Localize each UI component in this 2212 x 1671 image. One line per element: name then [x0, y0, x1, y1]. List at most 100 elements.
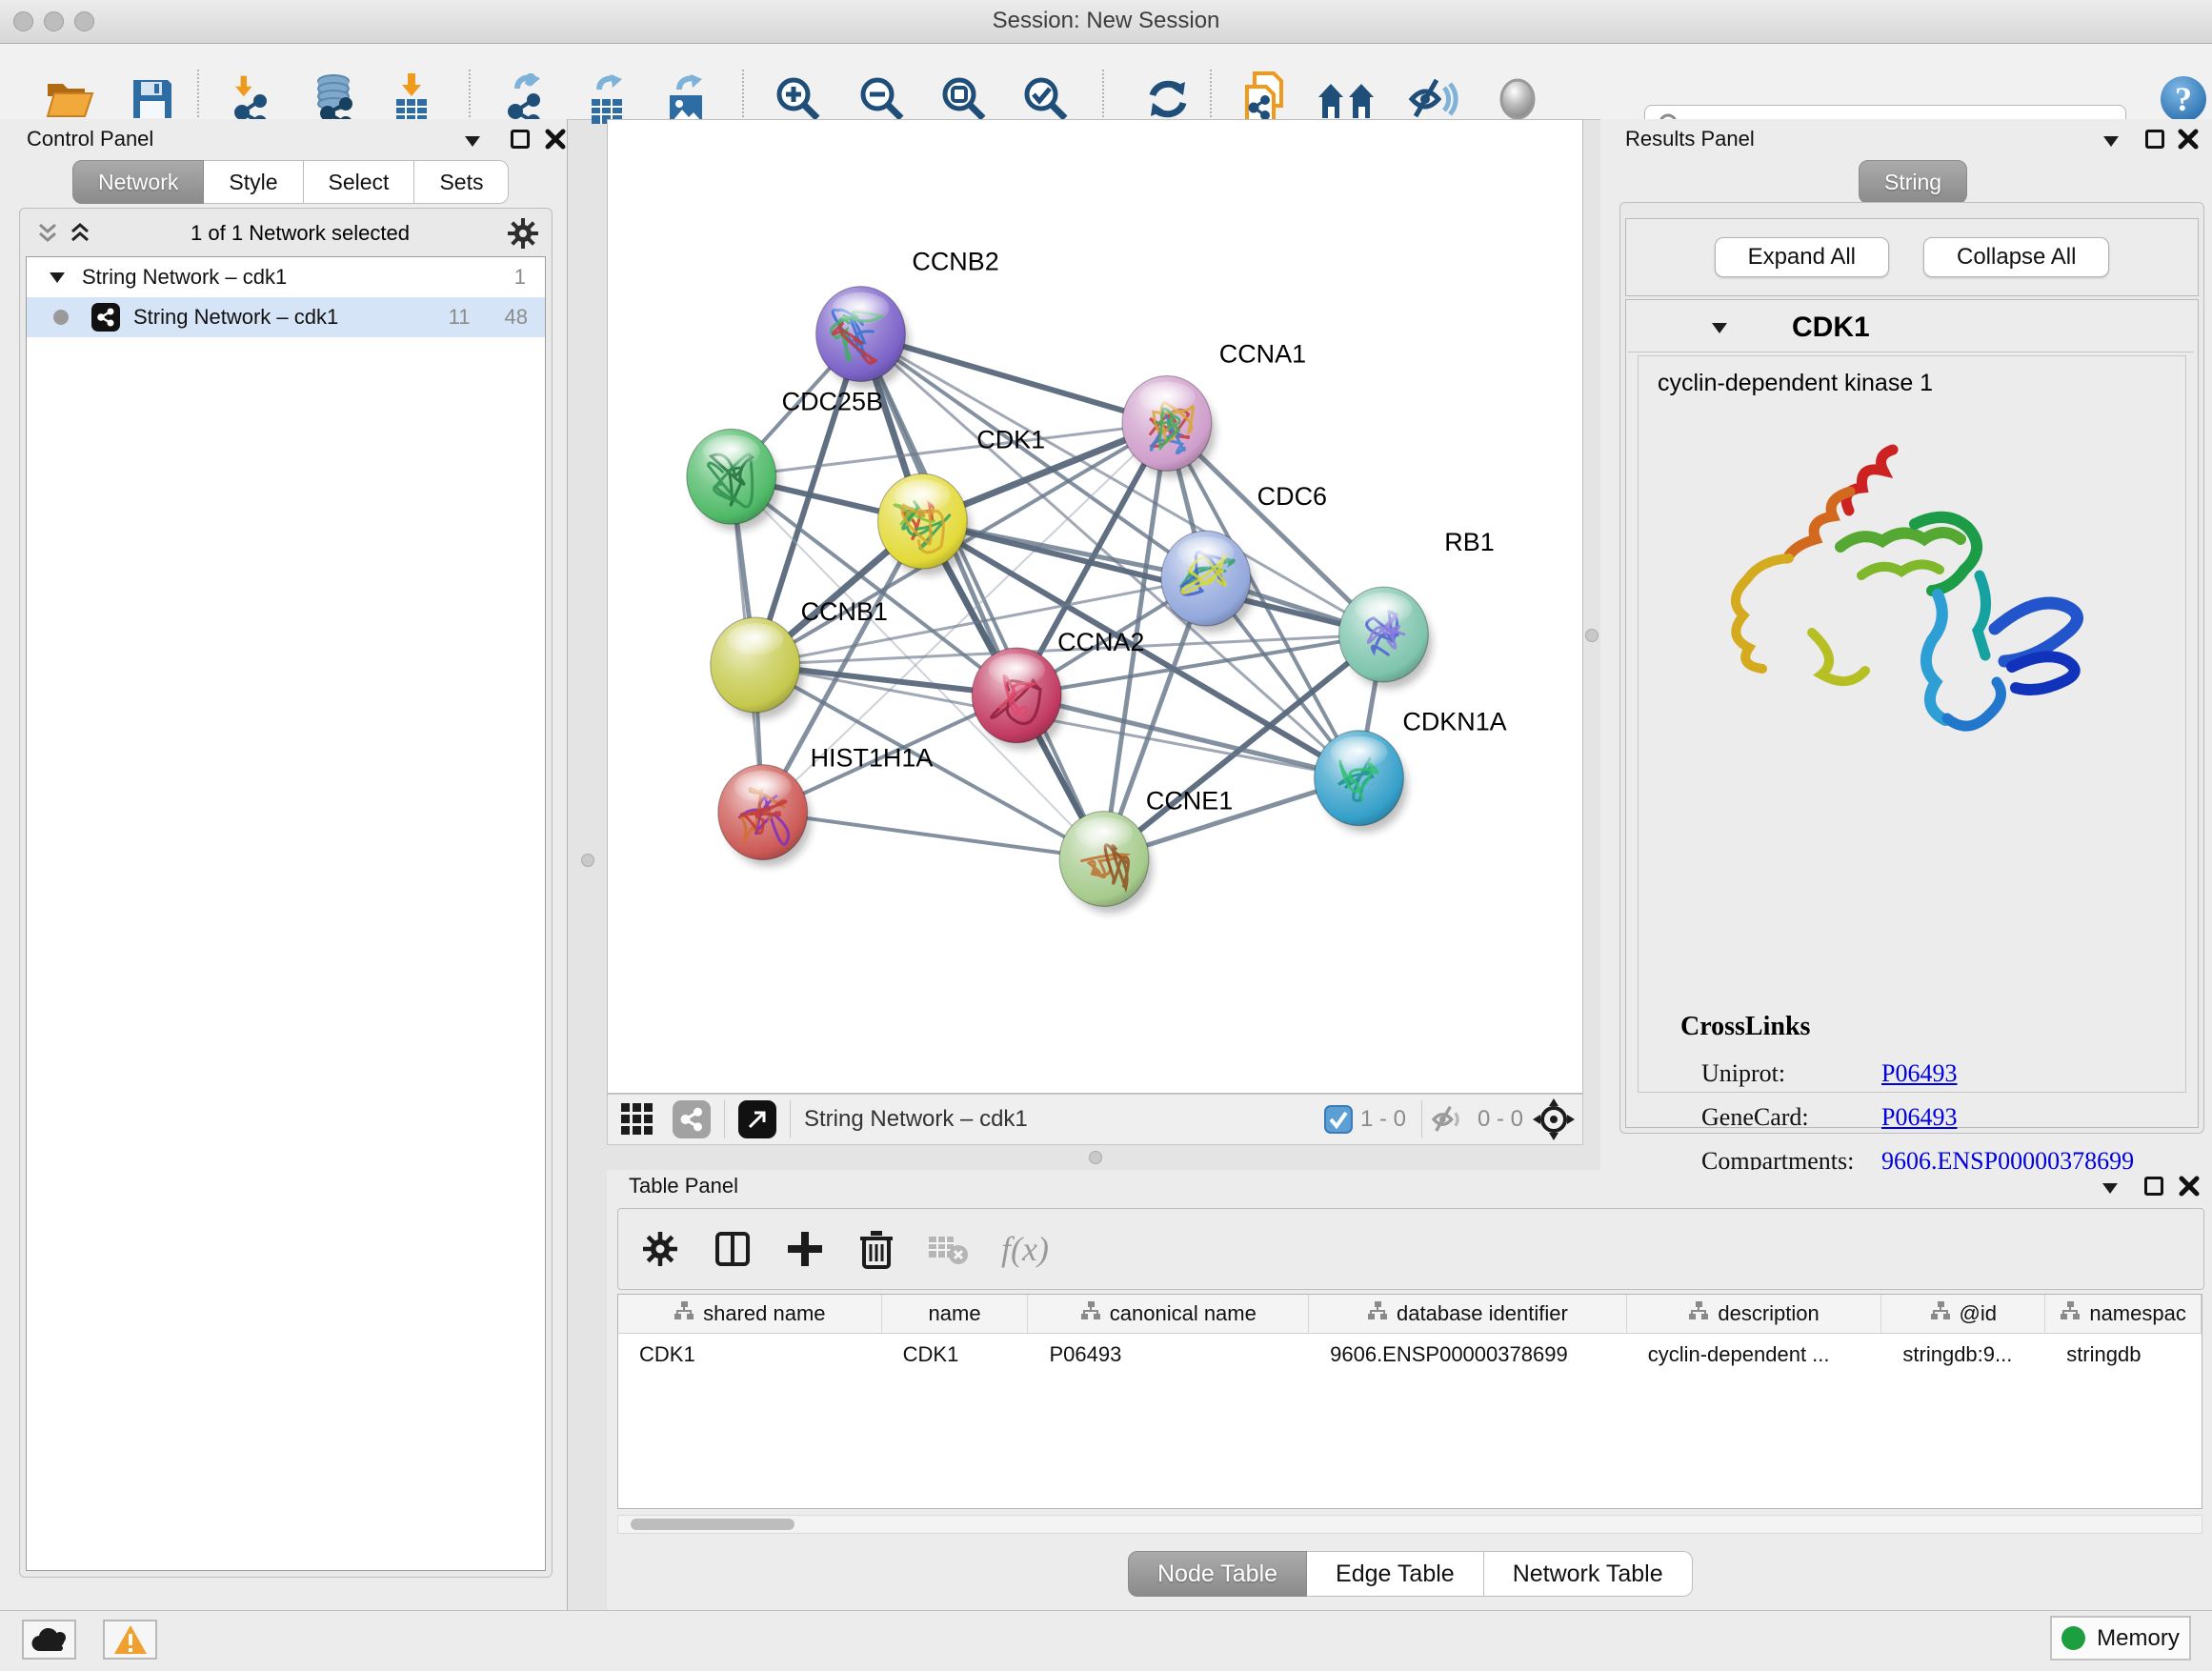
results-panel-close-icon[interactable] — [2178, 127, 2199, 151]
tab-network-table[interactable]: Network Table — [1484, 1551, 1693, 1597]
network-tree-child-row[interactable]: String Network – cdk1 11 48 — [27, 297, 545, 337]
function-builder-icon: f(x) — [1001, 1229, 1049, 1269]
gene-name: CDK1 — [1792, 312, 1870, 344]
control-panel: Control Panel NetworkStyleSelectSets 1 o… — [0, 119, 568, 1610]
table-row[interactable]: CDK1CDK1P064939606.ENSP00000378699cyclin… — [618, 1334, 2202, 1376]
selected-checkbox-icon[interactable] — [1324, 1105, 1353, 1134]
control-panel-menu-icon[interactable] — [465, 129, 480, 153]
crosslink-link[interactable]: P06493 — [1881, 1059, 1957, 1088]
column-type-icon — [1688, 1301, 1709, 1326]
results-panel-float-icon[interactable] — [2145, 127, 2164, 151]
node-gloss — [1331, 736, 1388, 769]
column-label: database identifier — [1397, 1301, 1568, 1326]
grid-view-icon[interactable] — [619, 1101, 655, 1137]
help-icon: ? — [2159, 74, 2208, 124]
table-panel-menu-icon[interactable] — [2102, 1176, 2118, 1200]
network-selection-status: 1 of 1 Network selected — [92, 221, 508, 246]
tab-edge-table[interactable]: Edge Table — [1307, 1551, 1484, 1597]
tab-sets[interactable]: Sets — [414, 160, 509, 204]
eye-slash-icon — [1408, 76, 1461, 122]
node-RB1[interactable] — [1338, 587, 1432, 689]
column-header-database-identifier[interactable]: database identifier — [1309, 1295, 1627, 1333]
memory-button[interactable]: Memory — [2050, 1616, 2191, 1661]
control-panel-float-icon[interactable] — [511, 127, 530, 151]
scrollbar-thumb[interactable] — [631, 1519, 794, 1530]
node-label-CCNA1: CCNA1 — [1219, 340, 1306, 369]
delete-column-icon[interactable] — [858, 1229, 895, 1269]
crosshair-icon[interactable] — [1533, 1098, 1575, 1140]
cell[interactable]: stringdb — [2045, 1334, 2202, 1376]
gray-orb-icon — [1495, 76, 1540, 122]
tab-style[interactable]: Style — [204, 160, 303, 204]
options-gear-icon[interactable] — [508, 218, 538, 249]
edge-CCNB2-CCNE1[interactable] — [860, 334, 1103, 859]
column-type-icon — [1367, 1301, 1388, 1326]
node-CDKN1A[interactable] — [1315, 731, 1408, 833]
results-panel-menu-icon[interactable] — [2103, 129, 2119, 153]
right-splitter[interactable] — [1583, 119, 1600, 1170]
node-CCNA1[interactable] — [1122, 375, 1216, 477]
cell[interactable]: cyclin-dependent ... — [1627, 1334, 1882, 1376]
cell[interactable]: CDK1 — [882, 1334, 1029, 1376]
string-view-icon[interactable] — [673, 1100, 711, 1138]
column-label: name — [929, 1301, 981, 1326]
tab-string[interactable]: String — [1859, 160, 1967, 204]
column-header-description[interactable]: description — [1627, 1295, 1882, 1333]
node-table[interactable]: shared name name canonical name database id… — [617, 1294, 2202, 1509]
column-header-name[interactable]: name — [882, 1295, 1029, 1333]
open-in-new-icon[interactable] — [738, 1100, 776, 1138]
edge-HIST1H1A-CCNE1[interactable] — [763, 813, 1104, 859]
network-root-label: String Network – cdk1 — [82, 265, 287, 290]
column-header-namespac[interactable]: namespac — [2045, 1295, 2202, 1333]
network-view-panel: CCNB2CCNA1CDC25BCDK1CDC6RB1CCNB1CCNA2CDK… — [607, 119, 1583, 1170]
crosslink-link[interactable]: P06493 — [1881, 1103, 1957, 1132]
import-network-icon — [231, 74, 280, 124]
column-type-icon — [674, 1301, 694, 1326]
node-CDC6[interactable] — [1161, 531, 1255, 633]
node-CDK1[interactable] — [877, 473, 971, 575]
node-label-CDC6: CDC6 — [1257, 482, 1327, 511]
tab-node-table[interactable]: Node Table — [1128, 1551, 1307, 1597]
column-header-canonical-name[interactable]: canonical name — [1028, 1295, 1309, 1333]
left-splitter[interactable] — [568, 119, 608, 1170]
column-header-@id[interactable]: @id — [1881, 1295, 2045, 1333]
table-hscrollbar[interactable] — [617, 1515, 2202, 1534]
table-panel-close-icon[interactable] — [2179, 1174, 2200, 1198]
results-buttons-row: Expand All Collapse All — [1625, 218, 2199, 296]
gene-header-row[interactable]: CDK1 — [1628, 304, 2194, 352]
warnings-button[interactable] — [103, 1620, 157, 1660]
main-toolbar: ? — [0, 44, 2212, 120]
collapse-all-button[interactable]: Collapse All — [1923, 237, 2109, 277]
node-CCNE1[interactable] — [1059, 812, 1153, 914]
collapse-all-icon[interactable] — [35, 221, 60, 246]
node-CCNA2[interactable] — [972, 648, 1065, 750]
node-CCNB2[interactable] — [816, 287, 910, 389]
add-column-icon[interactable] — [786, 1230, 824, 1268]
cell[interactable]: 9606.ENSP00000378699 — [1309, 1334, 1627, 1376]
column-header-shared-name[interactable]: shared name — [618, 1295, 882, 1333]
warning-icon — [112, 1623, 149, 1656]
cell[interactable]: stringdb:9... — [1881, 1334, 2045, 1376]
bottom-splitter[interactable] — [607, 1145, 1583, 1170]
table-panel-float-icon[interactable] — [2144, 1174, 2163, 1198]
network-tree-root-row[interactable]: String Network – cdk1 1 — [27, 257, 545, 297]
cloud-button[interactable] — [22, 1620, 76, 1660]
network-canvas[interactable]: CCNB2CCNA1CDC25BCDK1CDC6RB1CCNB1CCNA2CDK… — [607, 119, 1583, 1094]
hidden-count: 0 - 0 — [1478, 1106, 1523, 1133]
control-panel-tabs: NetworkStyleSelectSets — [72, 160, 509, 204]
node-CDC25B[interactable] — [687, 429, 780, 531]
table-gear-icon[interactable] — [643, 1232, 677, 1266]
node-label-CCNA2: CCNA2 — [1057, 628, 1144, 656]
cell[interactable]: CDK1 — [618, 1334, 882, 1376]
expand-all-icon[interactable] — [68, 221, 92, 246]
cell[interactable]: P06493 — [1028, 1334, 1309, 1376]
import-table-icon — [389, 72, 434, 126]
tab-select[interactable]: Select — [304, 160, 415, 204]
zoom-selected-icon — [1021, 74, 1071, 124]
tab-network[interactable]: Network — [72, 160, 204, 204]
edge-CCNA2-CDKN1A[interactable] — [1016, 695, 1358, 778]
expand-all-button[interactable]: Expand All — [1715, 237, 1889, 277]
control-panel-close-icon[interactable] — [545, 127, 566, 151]
delete-table-icon — [927, 1233, 969, 1265]
show-columns-icon[interactable] — [714, 1230, 752, 1268]
